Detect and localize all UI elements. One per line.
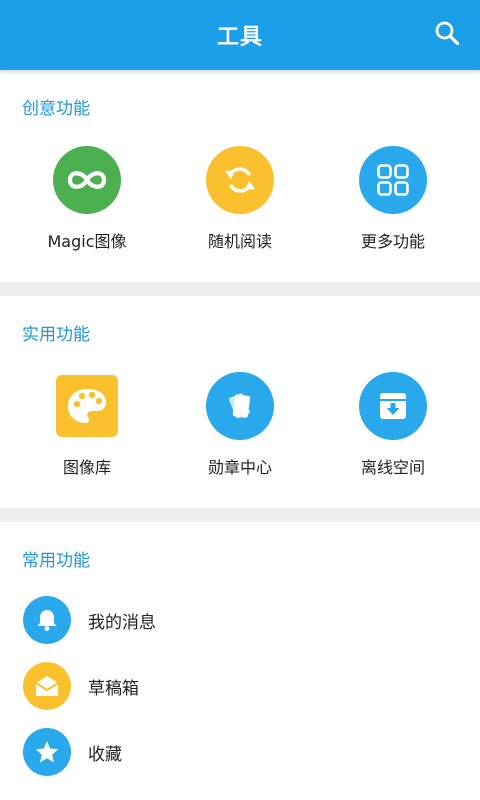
section-title: 创意功能 [22,99,90,119]
list-item-messages[interactable]: 我的消息 [0,590,480,650]
palette-icon [68,389,106,423]
list-item-label: 我的消息 [88,612,156,633]
more-features-icon-circle [359,146,427,214]
section-utility: 实用功能 图像库 勋章中心 离线空间 [0,296,480,508]
grid-item-label: Magic图像 [47,232,127,251]
grid-item-image-library[interactable]: 图像库 [7,372,167,478]
list-item-label: 草稿箱 [88,678,139,699]
section-title: 实用功能 [22,325,90,345]
grid-item-label: 更多功能 [360,232,425,251]
grid-item-more-features[interactable]: 更多功能 [313,146,473,252]
cards-icon [228,393,251,419]
medal-center-icon-circle [206,372,274,440]
infinity-icon [67,171,107,189]
messages-icon-circle [23,596,71,644]
grid-item-label: 随机阅读 [207,232,272,251]
grid-icon [377,164,409,196]
star-icon [35,741,59,763]
search-button[interactable] [432,18,462,48]
envelope-open-icon [35,676,59,696]
grid-item-medal-center[interactable]: 勋章中心 [160,372,320,478]
grid-item-label: 离线空间 [360,458,425,477]
random-read-icon-circle [206,146,274,214]
favorites-icon-circle [23,728,71,776]
magic-image-icon-circle [53,146,121,214]
section-creative: 创意功能 Magic图像 随机阅读 更多功能 [0,70,480,282]
bell-icon [37,610,57,631]
list-item-favorites[interactable]: 收藏 [0,722,480,782]
grid-item-magic-image[interactable]: Magic图像 [7,146,167,252]
grid-item-offline-space[interactable]: 离线空间 [313,372,473,478]
download-box-icon [380,393,406,419]
list-item-label: 收藏 [88,744,122,765]
page-title: 工具 [216,25,263,50]
app-bar: 工具 [0,0,480,70]
list-item-drafts[interactable]: 草稿箱 [0,656,480,716]
offline-space-icon-circle [359,372,427,440]
section-common: 常用功能 我的消息 草稿箱 收藏 [0,522,480,800]
drafts-icon-circle [23,662,71,710]
grid-item-label: 勋章中心 [207,458,272,477]
image-library-icon-box [56,375,118,437]
grid-item-label: 图像库 [62,458,111,477]
search-icon [435,21,460,46]
section-title: 常用功能 [22,551,90,571]
refresh-icon [225,167,255,193]
grid-item-random-read[interactable]: 随机阅读 [160,146,320,252]
